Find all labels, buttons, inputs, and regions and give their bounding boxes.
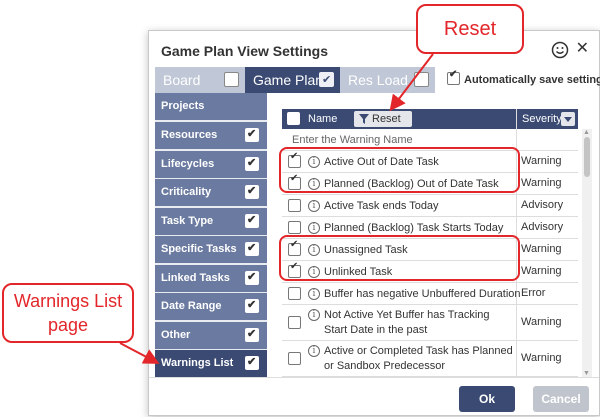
table-row[interactable]: i Active or Completed Task has Planned o… [282,341,578,377]
sidebar-item-lifecycles[interactable]: Lifecycles [155,150,267,178]
title-bar: Game Plan View Settings ✕ [149,31,599,69]
sidebar-checkbox[interactable] [245,207,259,234]
row-checkbox[interactable] [288,316,301,329]
sidebar-item-label: Task Type [161,215,214,227]
select-all-checkbox[interactable] [287,112,300,125]
feedback-smiley-icon[interactable] [551,41,569,59]
sidebar-item-label: Specific Tasks [161,243,237,255]
tab-board[interactable]: Board [155,67,245,93]
annotation-line: page [47,315,89,335]
warning-name: Active Task ends Today [324,200,439,212]
table-row[interactable]: i Active Task ends Today Advisory [282,195,578,217]
warning-name: Buffer has negative Unbuffered Duration [324,288,521,300]
warning-severity: Warning [521,316,562,328]
info-icon[interactable]: i [308,288,320,300]
tab-label: Res Load [348,72,408,88]
sidebar-item-resources[interactable]: Resources [155,121,267,149]
dialog-footer: Ok Cancel [149,377,599,417]
tab-checkbox[interactable] [224,72,239,87]
warning-name: Active or Completed Task has Planned or … [324,345,513,372]
warning-severity: Warning [521,352,562,364]
dialog-title: Game Plan View Settings [161,43,329,59]
sidebar-item-specific-tasks[interactable]: Specific Tasks [155,235,267,263]
warning-severity: Warning [521,155,562,167]
sidebar-checkbox[interactable] [245,121,259,148]
tab-res-load[interactable]: Res Load [340,67,435,93]
ok-button[interactable]: Ok [459,386,515,412]
settings-dialog: Game Plan View Settings ✕ Board Game Pla… [148,30,600,416]
view-tabs: Board Game Plan Res Load Automatically s… [155,67,600,93]
sidebar-item-label: Warnings List [161,357,234,369]
sidebar-item-date-range[interactable]: Date Range [155,292,267,320]
annotation-warnings-list: Warnings List page [2,283,134,343]
sidebar-item-label: Other [161,329,191,341]
scroll-down-icon[interactable]: ▼ [583,370,590,377]
warning-severity: Warning [521,177,562,189]
sidebar-item-warnings-list[interactable]: Warnings List [155,349,267,377]
row-checkbox[interactable] [288,352,301,365]
sidebar-item-task-type[interactable]: Task Type [155,207,267,235]
sidebar-item-linked-tasks[interactable]: Linked Tasks [155,264,267,292]
row-checkbox[interactable] [288,287,301,300]
sidebar-checkbox[interactable] [245,349,259,376]
sidebar-item-label: Projects [161,100,205,112]
info-icon[interactable]: i [308,345,320,357]
column-severity-header: Severity [522,113,562,125]
sidebar-checkbox[interactable] [245,264,259,291]
warning-severity: Warning [521,243,562,255]
info-icon[interactable]: i [308,309,320,321]
row-checkbox[interactable] [288,199,301,212]
annotation-reset: Reset [416,4,524,54]
warning-name: Planned (Backlog) Task Starts Today [324,222,504,234]
filter-reset-icon [359,114,369,124]
close-icon[interactable]: ✕ [576,40,589,58]
autosave-checkbox[interactable] [447,69,460,85]
warning-name: Not Active Yet Buffer has Tracking Start… [324,309,490,336]
autosave-label: Automatically save settings [464,74,600,86]
sidebar-item-label: Criticality [161,186,212,198]
annotation-line: Warnings List [13,291,123,311]
info-icon[interactable]: i [308,200,320,212]
warning-severity: Warning [521,265,562,277]
sidebar-checkbox[interactable] [245,292,259,319]
tab-checkbox[interactable] [414,72,429,87]
highlight-box-out-of-date [279,147,520,193]
warning-severity: Error [521,287,546,299]
sidebar-item-label: Date Range [161,300,222,312]
sidebar-checkbox[interactable] [245,178,259,205]
tab-label: Game Plan [253,72,324,88]
reset-label: Reset [372,113,401,125]
warning-name-filter-input[interactable] [290,132,510,148]
sidebar-item-label: Linked Tasks [161,272,230,284]
info-icon[interactable]: i [308,222,320,234]
tab-checkbox[interactable] [319,67,334,93]
grid-scrollbar[interactable]: ▲ ▼ [582,129,592,377]
sidebar-item-label: Resources [161,129,218,141]
highlight-box-unassigned-unlinked [279,235,520,281]
tab-label: Board [163,72,201,88]
sidebar-item-criticality[interactable]: Criticality [155,178,267,206]
sidebar-item-projects[interactable]: Projects [155,93,267,120]
tab-game-plan[interactable]: Game Plan [245,67,340,93]
scroll-up-icon[interactable]: ▲ [583,129,590,136]
table-row[interactable]: i Buffer has negative Unbuffered Duratio… [282,283,578,305]
scroll-thumb[interactable] [584,137,590,177]
row-checkbox[interactable] [288,221,301,234]
column-name-header: Name [308,113,338,125]
sidebar-checkbox[interactable] [245,150,259,177]
grid-header: Name Reset Severity [282,109,578,129]
table-row[interactable]: i Not Active Yet Buffer has Tracking Sta… [282,305,578,341]
cancel-button[interactable]: Cancel [533,386,589,412]
warning-severity: Advisory [521,221,564,233]
sidebar-checkbox[interactable] [245,235,259,262]
autosave-option[interactable]: Automatically save settings [447,69,600,86]
severity-filter-dropdown[interactable] [561,112,575,126]
sidebar-checkbox[interactable] [245,321,259,348]
sidebar-item-other[interactable]: Other [155,321,267,349]
sidebar-item-label: Lifecycles [161,158,215,170]
reset-button[interactable]: Reset [354,111,412,127]
warning-severity: Advisory [521,199,564,211]
sidebar: Projects Resources Lifecycles Criticalit… [155,93,267,377]
